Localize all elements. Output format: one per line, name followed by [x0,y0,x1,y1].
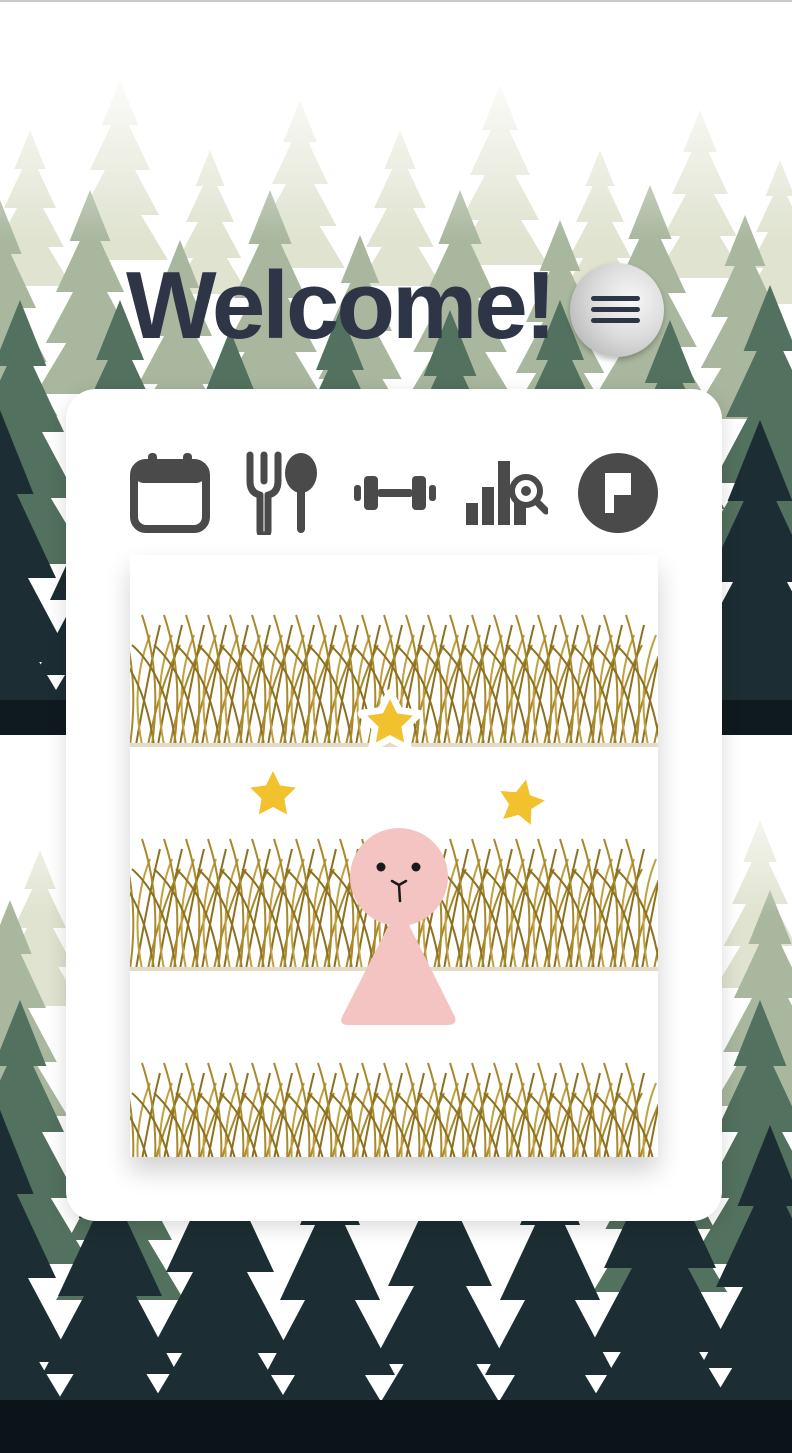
page-title: Welcome! [126,252,557,359]
bar-chart-search-icon[interactable] [466,451,550,535]
flag-circle-icon[interactable] [578,451,658,535]
hamburger-menu-bar [591,318,640,323]
game-scene [130,555,658,1157]
calendar-icon[interactable] [130,451,210,535]
hamburger-menu-icon [591,296,640,301]
fork-spoon-icon[interactable] [246,451,318,539]
hamburger-menu-bar [591,307,640,312]
menu-button[interactable] [570,263,664,357]
top-divider [0,0,792,2]
dumbbell-icon[interactable] [354,451,436,535]
